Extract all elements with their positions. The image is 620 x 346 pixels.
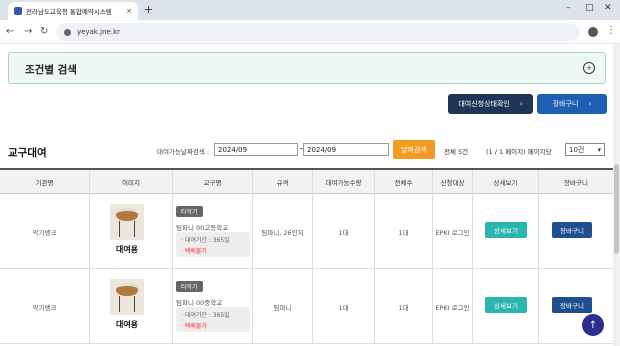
total-count: 전체 5건 — [444, 148, 469, 156]
browser-menu-icon[interactable]: ⋮ — [606, 25, 616, 36]
timpani-drum-shape — [116, 283, 138, 296]
cell-target: EPKI 로그인 — [433, 194, 473, 269]
browser-tab-bar: 전라남도교육청 통합예약시스템 × + – □ ✕ — [0, 0, 620, 20]
date-search-label: 대여가능날짜검색 : — [157, 148, 210, 156]
header-name: 교구명 — [173, 170, 253, 194]
cart-label: 장바구니 — [552, 100, 579, 108]
per-page-value: 10건 — [569, 145, 585, 154]
cell-target: EPKI 로그인 — [433, 269, 473, 344]
timpani-drum-shape — [116, 208, 138, 221]
address-bar[interactable]: yeyak.jne.kr — [56, 23, 580, 41]
rental-status-button[interactable]: 대여신청상태확인 › — [448, 94, 533, 114]
header-org: 기관명 — [0, 170, 90, 194]
per-page-select[interactable]: 10건 ▾ — [565, 143, 605, 156]
site-info-icon[interactable] — [64, 28, 71, 36]
item-name[interactable]: 팀파니 00중학교 — [176, 297, 222, 307]
scrollbar-thumb[interactable] — [614, 164, 619, 254]
chevron-right-icon: › — [519, 100, 523, 108]
cell-org: 악기뱅크 — [0, 194, 90, 269]
cell-org: 악기뱅크 — [0, 269, 90, 344]
instrument-image[interactable] — [110, 279, 144, 315]
rental-period: · 대여기간 : 365일 — [181, 237, 230, 244]
category-badge: 타악기 — [176, 206, 203, 217]
header-total: 전체수 — [375, 170, 433, 194]
chevron-right-icon: › — [588, 100, 592, 108]
date-to-input[interactable]: 2024/09 — [303, 143, 389, 156]
new-tab-button[interactable]: + — [144, 3, 153, 16]
instrument-image[interactable] — [110, 204, 144, 240]
cell-avail: 1대 — [313, 269, 375, 344]
image-caption: 대여용 — [115, 320, 139, 329]
section-title: 교구대여 — [8, 147, 47, 159]
page-info: (1 / 1 페이지) 페이지당 — [486, 148, 552, 156]
item-info-box: · 대여기간 : 365일 · 택배불가 — [176, 307, 250, 332]
table-row: 악기뱅크 팀파니 1대 1대 EPKI 로그인 대여용 타악기 팀파니 00중학… — [0, 269, 620, 344]
header-target: 신청대상 — [433, 170, 473, 194]
site-favicon-icon — [14, 7, 22, 15]
filter-title: 조건별 검색 — [25, 64, 77, 76]
browser-tab[interactable]: 전라남도교육청 통합예약시스템 × — [8, 2, 138, 20]
detail-button[interactable]: 상세보기 — [485, 222, 527, 238]
timpani-stand-shape — [119, 296, 135, 312]
date-from-input[interactable]: 2024/09 — [214, 143, 298, 156]
url-text: yeyak.jne.kr — [77, 28, 121, 36]
table-header: 기관명 이미지 교구명 규격 대여가능수량 전체수 신청대상 상세보기 장바구니 — [0, 168, 620, 194]
scroll-top-button[interactable]: ↑ — [582, 314, 604, 336]
detail-button[interactable]: 상세보기 — [485, 297, 527, 313]
plus-circle-icon[interactable]: + — [583, 62, 595, 74]
page-scrollbar[interactable] — [613, 44, 620, 346]
category-badge: 타악기 — [176, 281, 203, 292]
minimize-icon[interactable]: – — [566, 3, 571, 13]
header-cart: 장바구니 — [564, 179, 588, 187]
cell-avail: 1대 — [313, 194, 375, 269]
header-image: 이미지 — [90, 170, 173, 194]
delivery-note: · 택배불가 — [181, 248, 207, 255]
add-to-cart-button[interactable]: 장바구니 — [552, 297, 592, 313]
date-search-button[interactable]: 날짜검색 — [393, 140, 435, 159]
header-detail: 상세보기 — [473, 170, 539, 194]
address-row: ← → ↻ yeyak.jne.kr ⋮ — [0, 20, 620, 44]
maximize-icon[interactable]: □ — [585, 3, 594, 13]
tab-close-icon[interactable]: × — [126, 7, 132, 15]
cell-total: 1대 — [375, 269, 433, 344]
window-close-icon[interactable]: ✕ — [604, 3, 612, 13]
header-avail: 대여가능수량 — [313, 170, 375, 194]
cart-button[interactable]: 장바구니 › — [537, 94, 607, 114]
add-to-cart-button[interactable]: 장바구니 — [552, 222, 592, 238]
item-info-box: · 대여기간 : 365일 · 택배불가 — [176, 232, 250, 257]
reload-icon[interactable]: ↻ — [40, 26, 48, 37]
header-spec: 규격 — [253, 170, 313, 194]
cell-spec: 팀파니 — [253, 269, 313, 344]
delivery-note: · 택배불가 — [181, 323, 207, 330]
profile-icon[interactable] — [588, 27, 598, 37]
image-caption: 대여용 — [115, 245, 139, 254]
table-row: 악기뱅크 팀파니, 26인치 1대 1대 EPKI 로그인 대여용 타악기 팀파… — [0, 194, 620, 269]
timpani-stand-shape — [119, 221, 135, 237]
rental-period: · 대여기간 : 365일 — [181, 312, 230, 319]
tab-title: 전라남도교육청 통합예약시스템 — [26, 8, 112, 16]
chevron-down-icon: ▾ — [597, 145, 601, 154]
rental-status-label: 대여신청상태확인 — [458, 100, 510, 108]
item-name[interactable]: 팀파니 00고등학교 — [176, 222, 228, 232]
back-arrow-icon[interactable]: ← — [6, 26, 14, 37]
cell-total: 1대 — [375, 194, 433, 269]
cell-spec: 팀파니, 26인치 — [253, 194, 313, 269]
filter-panel[interactable]: 조건별 검색 + — [8, 52, 606, 84]
forward-arrow-icon[interactable]: → — [24, 26, 32, 37]
